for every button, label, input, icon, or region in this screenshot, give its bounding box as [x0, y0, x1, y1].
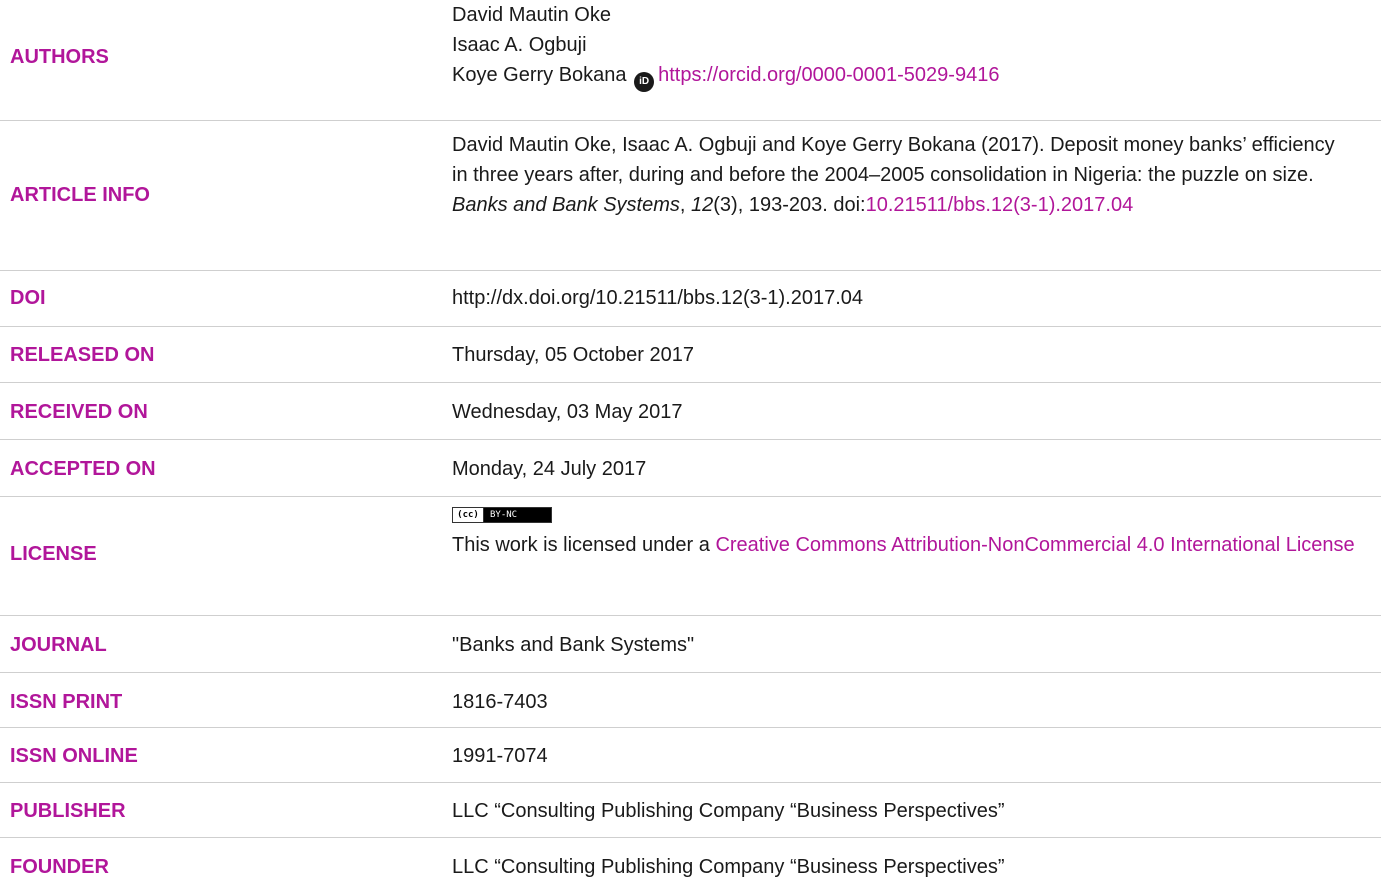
- value-journal: "Banks and Bank Systems": [452, 634, 695, 656]
- label-license: LICENSE: [10, 543, 97, 565]
- value-article-info: David Mautin Oke, Isaac A. Ogbuji and Ko…: [452, 130, 1352, 220]
- value-issn-online: 1991-7074: [452, 745, 548, 767]
- label-accepted-on: ACCEPTED ON: [10, 458, 156, 480]
- author-name: David Mautin Oke: [452, 4, 611, 26]
- label-publisher: PUBLISHER: [10, 800, 126, 822]
- label-received-on: RECEIVED ON: [10, 401, 148, 423]
- citation-issue-pages: (3), 193-203. doi:: [713, 194, 866, 216]
- label-doi: DOI: [10, 287, 46, 309]
- row-founder: FOUNDER LLC “Consulting Publishing Compa…: [0, 837, 1381, 891]
- author-line: Koye Gerry Bokana iD https://orcid.org/00…: [452, 60, 1377, 92]
- citation-comma: ,: [679, 194, 692, 216]
- value-accepted-on: Monday, 24 July 2017: [452, 458, 647, 480]
- author-name: Koye Gerry Bokana: [452, 64, 627, 86]
- row-article-info: ARTICLE INFO David Mautin Oke, Isaac A. …: [0, 120, 1381, 271]
- value-released-on: Thursday, 05 October 2017: [452, 344, 694, 366]
- author-name: Isaac A. Ogbuji: [452, 34, 587, 56]
- value-founder: LLC “Consulting Publishing Company “Busi…: [452, 856, 1005, 878]
- label-issn-online: ISSN ONLINE: [10, 745, 138, 767]
- value-received-on: Wednesday, 03 May 2017: [452, 401, 683, 423]
- row-issn-print: ISSN PRINT 1816-7403: [0, 672, 1381, 728]
- row-doi: DOI http://dx.doi.org/10.21511/bbs.12(3-…: [0, 270, 1381, 327]
- orcid-icon[interactable]: iD: [634, 72, 655, 92]
- row-accepted-on: ACCEPTED ON Monday, 24 July 2017: [0, 439, 1381, 497]
- row-issn-online: ISSN ONLINE 1991-7074: [0, 727, 1381, 783]
- label-article-info: ARTICLE INFO: [10, 184, 150, 206]
- cc-license-badge[interactable]: (cc) BY-NC: [452, 507, 552, 523]
- value-authors: David Mautin Oke Isaac A. Ogbuji Koye Ge…: [452, 0, 1377, 92]
- license-text: This work is licensed under a Creative C…: [452, 530, 1377, 560]
- label-founder: FOUNDER: [10, 856, 109, 878]
- citation-volume: 12: [691, 194, 714, 216]
- row-received-on: RECEIVED ON Wednesday, 03 May 2017: [0, 382, 1381, 440]
- label-issn-print: ISSN PRINT: [10, 691, 123, 713]
- row-license: LICENSE (cc) BY-NC This work is licensed …: [0, 496, 1381, 616]
- row-publisher: PUBLISHER LLC “Consulting Publishing Com…: [0, 782, 1381, 838]
- value-publisher: LLC “Consulting Publishing Company “Busi…: [452, 800, 1005, 822]
- citation-text: David Mautin Oke, Isaac A. Ogbuji and Ko…: [452, 134, 1335, 186]
- label-journal: JOURNAL: [10, 634, 107, 656]
- value-doi: http://dx.doi.org/10.21511/bbs.12(3-1).2…: [452, 287, 864, 309]
- row-released-on: RELEASED ON Thursday, 05 October 2017: [0, 326, 1381, 383]
- value-issn-print: 1816-7403: [452, 691, 548, 713]
- citation-journal: Banks and Bank Systems: [452, 194, 680, 216]
- label-released-on: RELEASED ON: [10, 344, 155, 366]
- cc-icon: (cc): [453, 508, 484, 522]
- orcid-link[interactable]: https://orcid.org/0000-0001-5029-9416: [658, 64, 999, 86]
- value-license: (cc) BY-NC This work is licensed under a …: [452, 504, 1377, 560]
- license-text-prefix: This work is licensed under a: [452, 534, 716, 556]
- article-metadata-page: AUTHORS David Mautin Oke Isaac A. Ogbuji…: [0, 0, 1381, 891]
- license-badge-row: (cc) BY-NC: [452, 504, 1377, 526]
- license-link[interactable]: Creative Commons Attribution-NonCommerci…: [715, 534, 1354, 556]
- cc-badge-text: BY-NC: [490, 510, 518, 520]
- label-authors: AUTHORS: [10, 46, 109, 68]
- row-journal: JOURNAL "Banks and Bank Systems": [0, 615, 1381, 673]
- citation-doi-link[interactable]: 10.21511/bbs.12(3-1).2017.04: [866, 194, 1134, 216]
- row-authors: AUTHORS David Mautin Oke Isaac A. Ogbuji…: [0, 0, 1381, 121]
